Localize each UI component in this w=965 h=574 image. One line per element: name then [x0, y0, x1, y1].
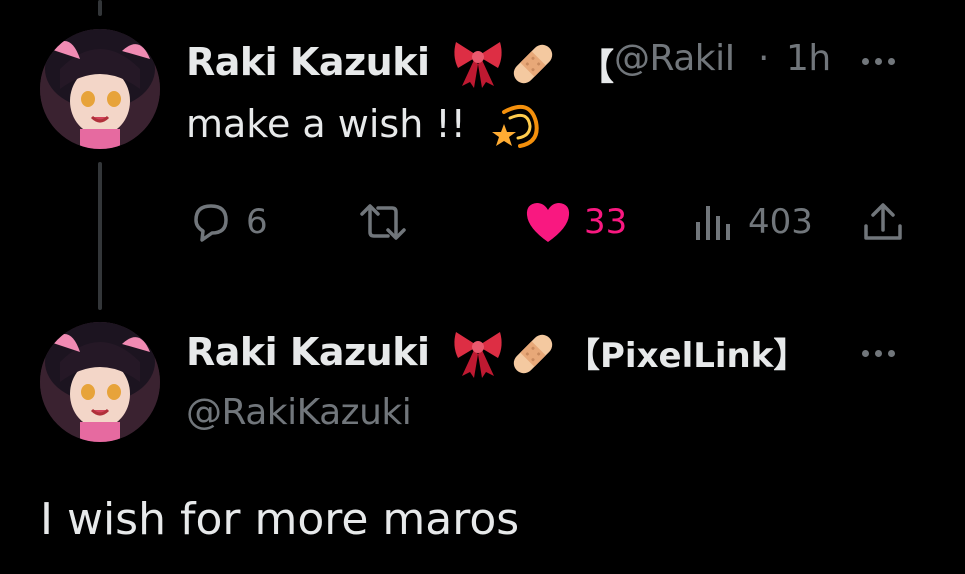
like-button[interactable]: 33 — [524, 200, 627, 244]
name-suffix: 【PixelLink】 — [566, 336, 808, 376]
like-count: 33 — [584, 202, 628, 242]
share-icon — [864, 203, 902, 240]
separator: · — [758, 38, 769, 79]
ribbon-icon — [452, 328, 504, 378]
reply-count: 6 — [246, 202, 268, 242]
tweet-text: I wish for more maros — [40, 494, 520, 545]
reply-button[interactable]: 6 — [188, 200, 268, 244]
heart-filled-icon — [526, 203, 570, 242]
handle[interactable]: @RakiKazuki — [186, 392, 412, 433]
analytics-icon — [696, 206, 730, 240]
tweet-text-content: make a wish !! — [186, 102, 466, 146]
thread-line-connector — [98, 162, 102, 310]
more-options-icon[interactable] — [862, 350, 895, 357]
repost-icon — [360, 204, 406, 240]
avatar[interactable] — [40, 322, 160, 442]
thread-line-top — [98, 0, 102, 16]
avatar[interactable] — [40, 29, 160, 149]
views-button[interactable]: 403 — [692, 200, 813, 244]
ribbon-icon — [452, 38, 504, 88]
handle[interactable]: @RakiI — [614, 38, 735, 79]
name-suffix: 【 — [578, 47, 615, 88]
more-options-icon[interactable] — [862, 58, 895, 65]
reply-icon — [194, 204, 228, 242]
timestamp[interactable]: 1h — [786, 38, 831, 79]
tweet-text: make a wish !! — [186, 102, 466, 146]
repost-button[interactable] — [356, 200, 422, 244]
display-name[interactable]: Raki Kazuki — [186, 40, 430, 84]
bandage-icon — [508, 40, 558, 88]
display-name[interactable]: Raki Kazuki — [186, 330, 430, 374]
share-button[interactable] — [860, 200, 906, 244]
bandage-icon — [508, 330, 558, 378]
view-count: 403 — [748, 202, 813, 242]
dizzy-icon — [490, 100, 542, 152]
